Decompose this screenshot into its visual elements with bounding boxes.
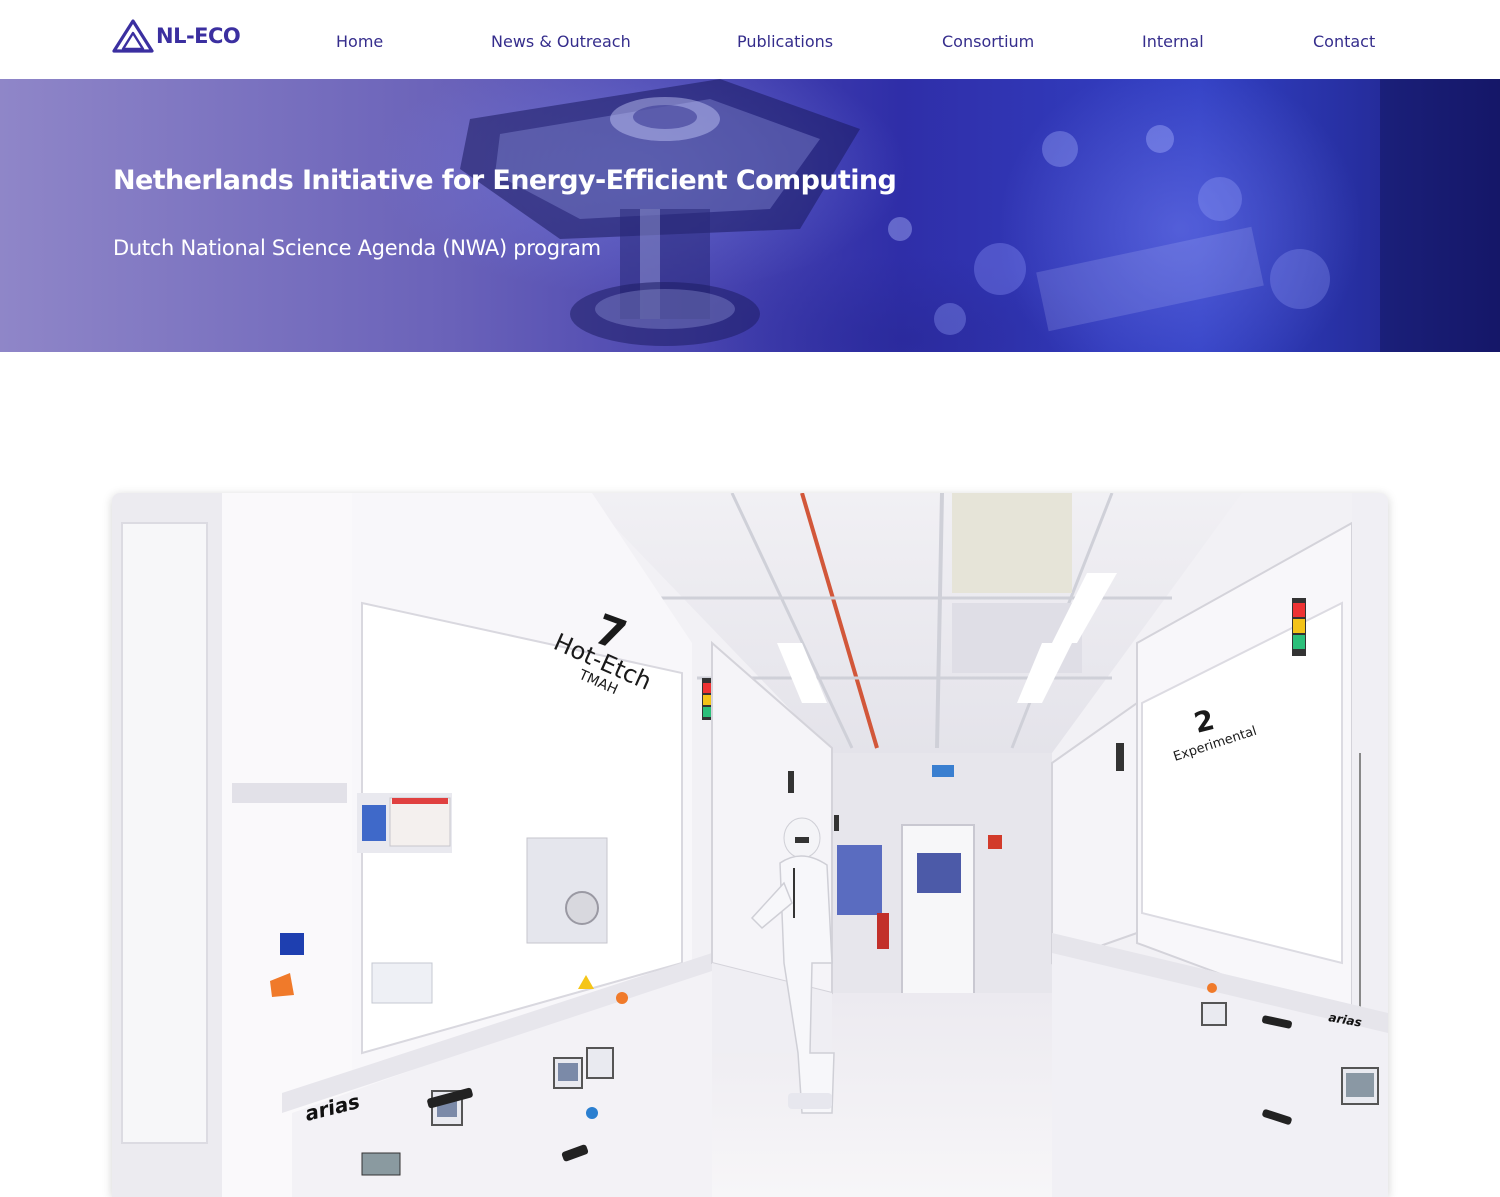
hero-background-image [460,79,1500,352]
nav-publications[interactable]: Publications [737,31,833,53]
logo-text: NL-ECO [156,24,241,48]
nav-home[interactable]: Home [336,31,383,53]
nav-contact[interactable]: Contact [1313,31,1375,53]
hero-banner: Netherlands Initiative for Energy-Effici… [0,79,1500,352]
nav-consortium[interactable]: Consortium [942,31,1034,53]
nav-news-outreach[interactable]: News & Outreach [491,31,631,53]
cleanroom-photo: 7 Hot-Etch TMAH 2 Experimental arias ari… [112,493,1388,1197]
triangle-logo-icon [112,19,154,53]
hero-subtitle: Dutch National Science Agenda (NWA) prog… [113,236,601,260]
nav-internal[interactable]: Internal [1142,31,1204,53]
hero-title: Netherlands Initiative for Energy-Effici… [113,165,897,196]
site-logo[interactable]: NL-ECO [112,18,241,54]
site-header: NL-ECO Home News & Outreach Publications… [0,0,1500,79]
